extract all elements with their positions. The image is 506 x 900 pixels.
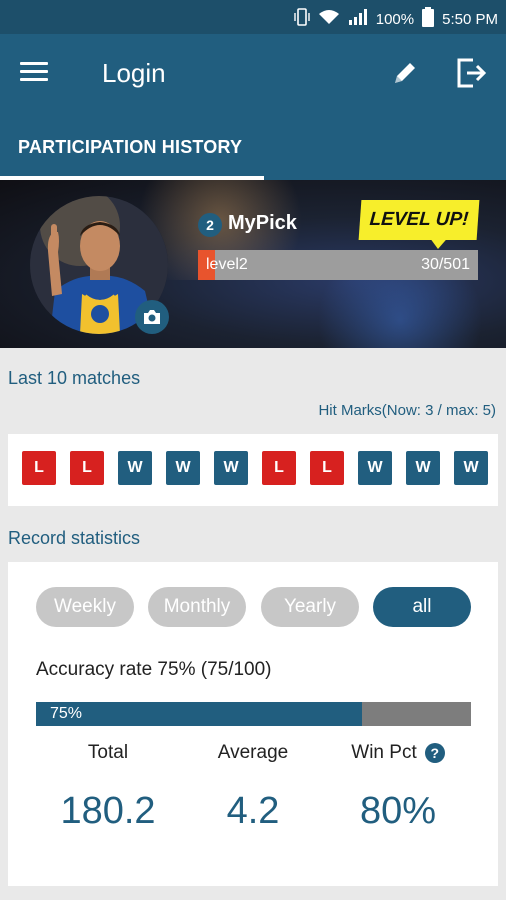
match-result-box: W — [214, 451, 248, 485]
status-bar: 100% 5:50 PM — [0, 0, 506, 34]
record-statistics-card: Weekly Monthly Yearly all Accuracy rate … — [8, 562, 498, 886]
match-result-box: L — [310, 451, 344, 485]
match-result-box: W — [358, 451, 392, 485]
battery-percent: 100% — [375, 10, 415, 28]
username: MyPick — [228, 212, 297, 234]
signal-icon — [348, 9, 368, 29]
hamburger-icon[interactable] — [20, 62, 48, 84]
winpct-stat: Win Pct? 80% — [323, 742, 473, 833]
level-progress-bar: level2 30/501 — [198, 250, 478, 280]
total-value: 180.2 — [60, 790, 156, 832]
level-up-badge[interactable]: LEVEL UP! — [358, 200, 480, 240]
logout-icon[interactable] — [455, 56, 489, 90]
match-result-box: L — [22, 451, 56, 485]
level-label: level2 — [206, 256, 248, 273]
record-statistics-title: Record statistics — [8, 528, 141, 548]
accuracy-bar-label: 75% — [50, 705, 83, 722]
average-stat: Average 4.2 — [178, 742, 328, 833]
total-stat: Total 180.2 — [33, 742, 183, 833]
match-result-box: W — [406, 451, 440, 485]
page-title: Login — [102, 58, 166, 88]
accuracy-bar-fill — [36, 702, 363, 726]
average-label: Average — [217, 742, 289, 763]
tab-participation-history[interactable]: PARTICIPATION HISTORY — [0, 116, 264, 180]
winpct-value: 80% — [359, 790, 437, 832]
rank-badge: 2 — [198, 213, 222, 237]
match-result-box: L — [262, 451, 296, 485]
battery-icon — [422, 7, 435, 31]
tab-bar: PARTICIPATION HISTORY — [0, 116, 506, 180]
wifi-icon — [318, 9, 340, 29]
match-result-box: W — [166, 451, 200, 485]
hit-marks: Hit Marks(Now: 3 / max: 5) — [318, 402, 496, 419]
match-result-box: L — [70, 451, 104, 485]
camera-icon[interactable] — [135, 300, 169, 334]
total-label: Total — [87, 742, 129, 763]
period-all-button[interactable]: all — [373, 587, 471, 627]
match-result-box: W — [454, 451, 488, 485]
pencil-icon[interactable] — [390, 58, 420, 88]
accuracy-bar: 75% — [36, 702, 471, 726]
tab-label: PARTICIPATION HISTORY — [18, 137, 243, 157]
period-monthly-button[interactable]: Monthly — [148, 587, 246, 627]
period-weekly-button[interactable]: Weekly — [36, 587, 134, 627]
winpct-label: Win Pct — [351, 742, 417, 763]
average-value: 4.2 — [226, 790, 280, 832]
level-points: 30/501 — [421, 256, 470, 273]
match-result-box: W — [118, 451, 152, 485]
help-icon[interactable]: ? — [424, 742, 445, 763]
app-bar: Login — [0, 34, 506, 116]
vibrate-icon — [294, 8, 310, 30]
last-matches-title: Last 10 matches — [8, 368, 141, 388]
matches-card: LLWWWLLWWW — [8, 434, 498, 506]
clock: 5:50 PM — [442, 10, 498, 28]
accuracy-rate-text: Accuracy rate 75% (75/100) — [36, 659, 272, 680]
period-yearly-button[interactable]: Yearly — [261, 587, 359, 627]
